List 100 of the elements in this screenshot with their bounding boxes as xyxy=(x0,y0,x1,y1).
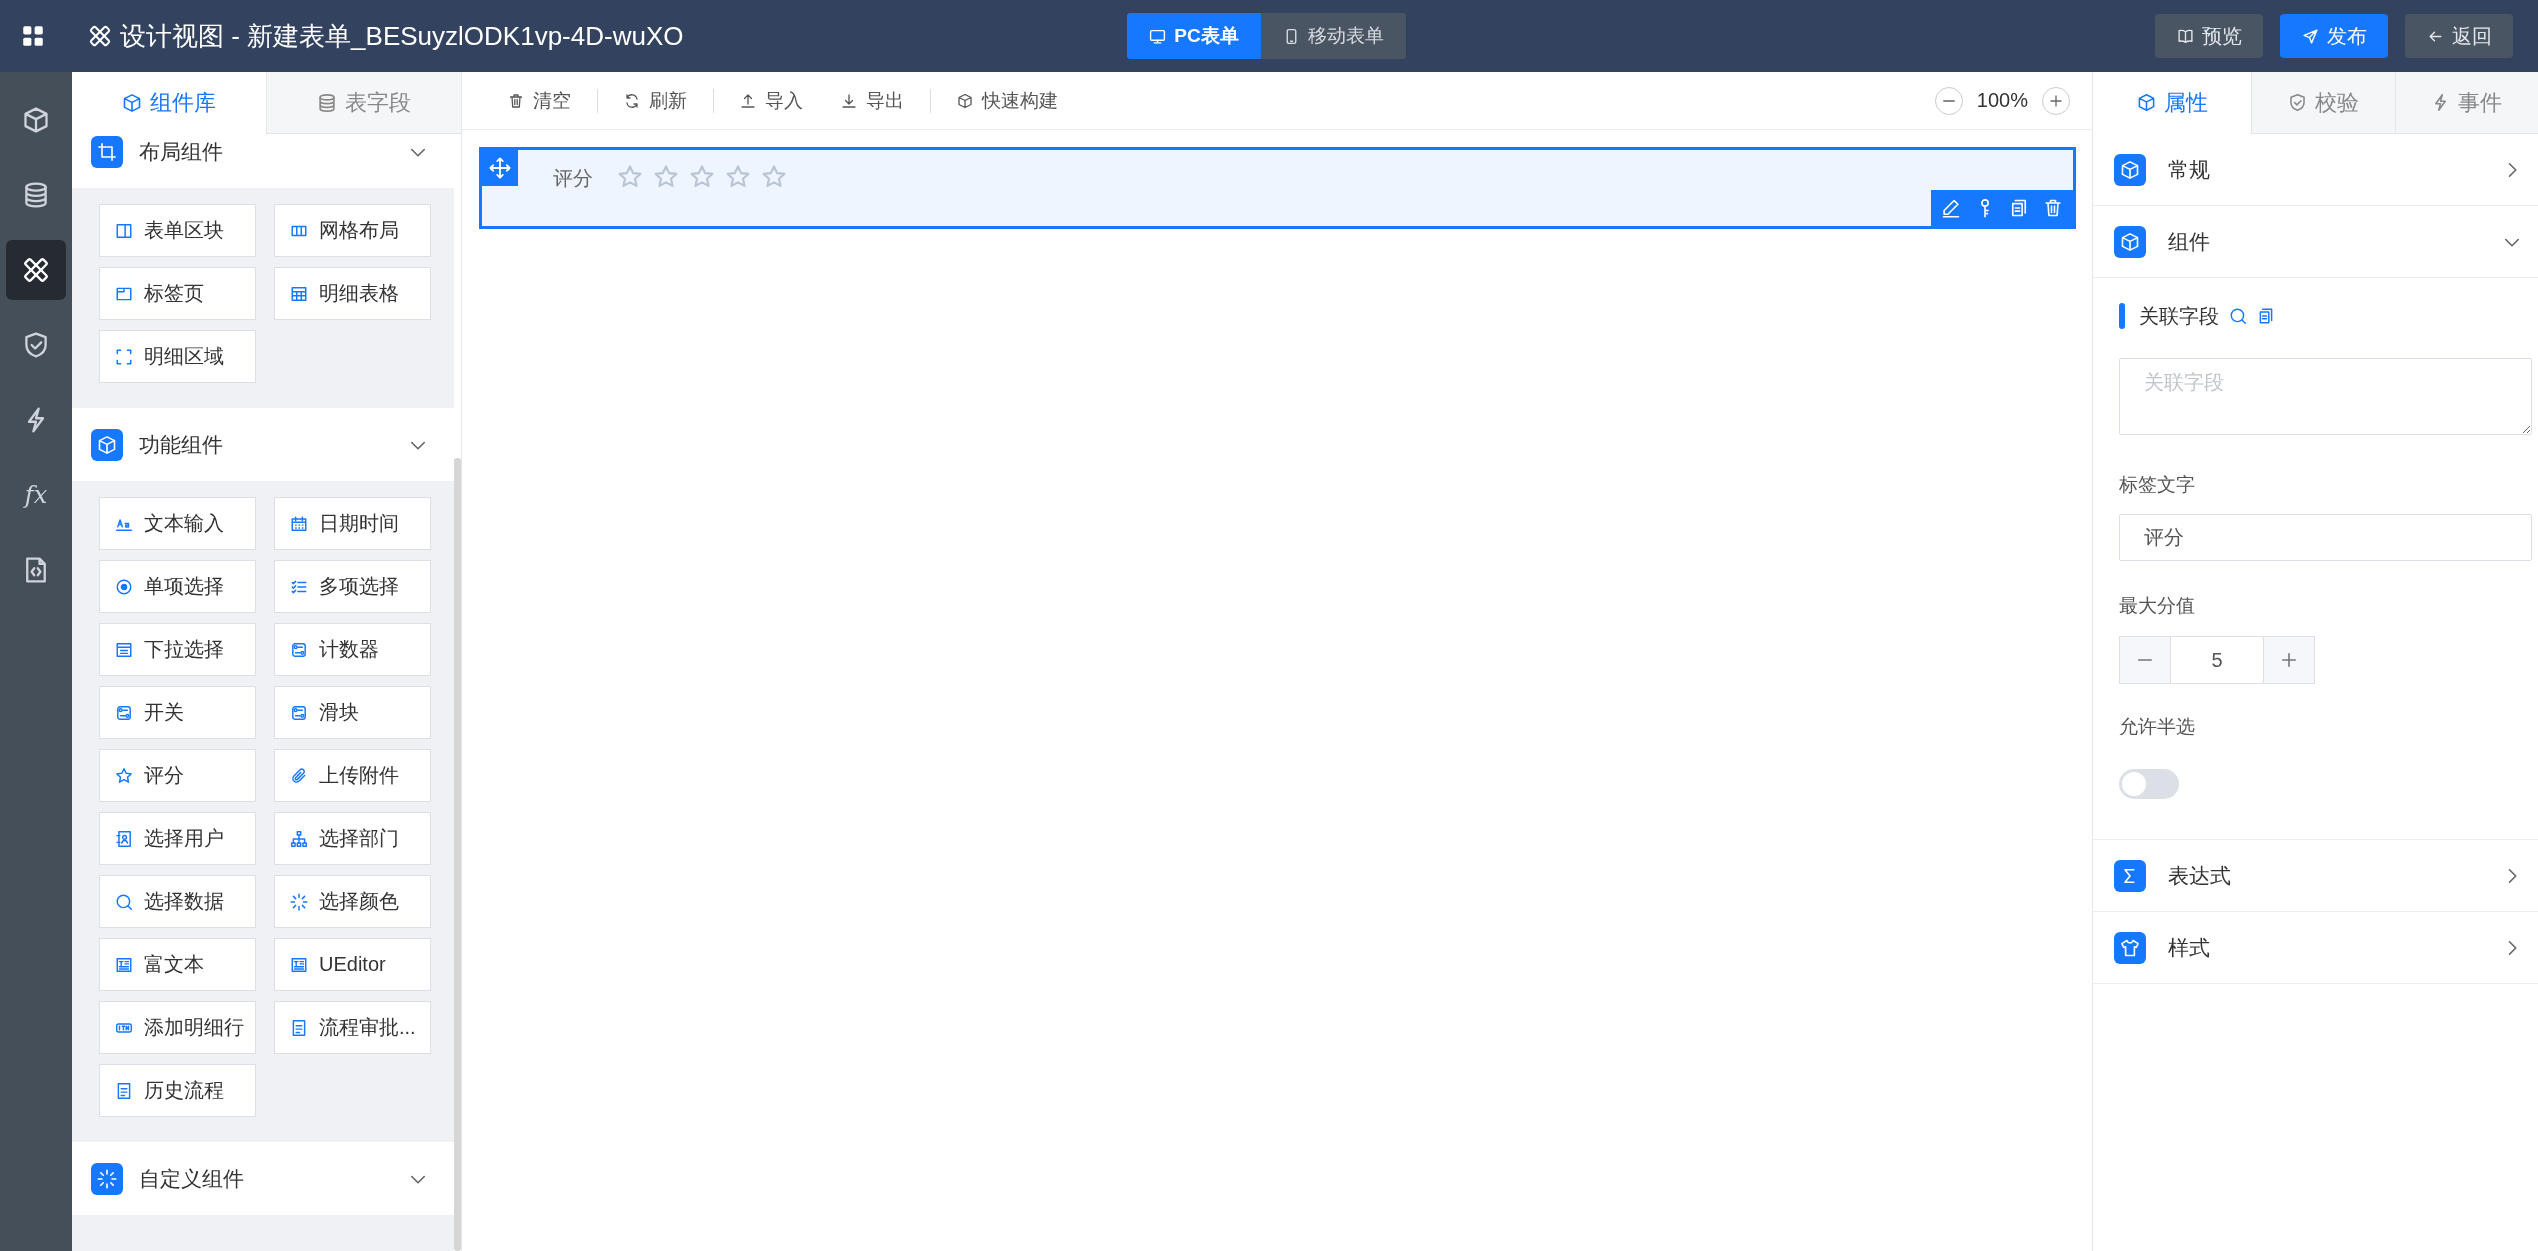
star-icon[interactable] xyxy=(725,164,751,190)
contact-card-icon xyxy=(115,829,133,848)
refresh-button[interactable]: 刷新 xyxy=(620,87,691,114)
component-card[interactable]: 网格布局 xyxy=(274,204,431,257)
component-card[interactable]: 上传附件 xyxy=(274,749,431,802)
quick-build-button[interactable]: 快速构建 xyxy=(953,87,1062,114)
minus-icon xyxy=(2137,659,2153,661)
frame-corners-icon xyxy=(115,347,133,366)
sigma-icon xyxy=(2114,859,2146,892)
cube-icon xyxy=(22,106,50,134)
radio-icon xyxy=(115,577,133,596)
trash-icon[interactable] xyxy=(2043,198,2063,218)
star-icon[interactable] xyxy=(689,164,715,190)
component-card[interactable]: 选择颜色 xyxy=(274,875,431,928)
desktop-icon xyxy=(1149,27,1167,45)
dropdown-icon xyxy=(115,640,133,659)
increment-button[interactable] xyxy=(2263,636,2315,684)
field-label: 评分 xyxy=(553,166,593,191)
clear-button[interactable]: 清空 xyxy=(504,87,575,114)
sparkle-icon xyxy=(290,892,308,911)
copy-icon[interactable] xyxy=(2009,198,2029,218)
calendar-icon xyxy=(290,514,308,533)
component-card[interactable]: 多项选择 xyxy=(274,560,431,613)
component-card[interactable]: 添加明细行 xyxy=(99,1001,256,1054)
copy-icon[interactable] xyxy=(2257,307,2275,325)
rich-text-icon xyxy=(290,955,308,974)
field-label: 标签文字 xyxy=(2119,473,2195,497)
preview-button[interactable]: 预览 xyxy=(2155,14,2263,58)
search-icon[interactable] xyxy=(2229,307,2247,325)
refresh-icon xyxy=(624,92,640,109)
back-button[interactable]: 返回 xyxy=(2405,14,2513,58)
zoom-level: 100% xyxy=(1976,89,2028,112)
component-card[interactable]: 计数器 xyxy=(274,623,431,676)
linked-field-input[interactable]: 关联字段 xyxy=(2119,358,2532,435)
component-card[interactable]: 日期时间 xyxy=(274,497,431,550)
design-tools-icon xyxy=(22,256,50,284)
field-label: 最大分值 xyxy=(2119,594,2195,618)
design-tools-icon xyxy=(88,24,112,48)
rich-text-icon xyxy=(115,955,133,974)
component-card[interactable]: 选择数据 xyxy=(99,875,256,928)
sliders-icon xyxy=(115,703,133,722)
export-button[interactable]: 导出 xyxy=(837,87,908,114)
component-card[interactable]: 流程审批... xyxy=(274,1001,431,1054)
shield-check-icon xyxy=(2287,93,2307,112)
cube-icon xyxy=(957,92,973,109)
rail-item[interactable]: fx xyxy=(6,465,66,525)
component-card[interactable]: 明细区域 xyxy=(99,330,256,383)
cube-icon xyxy=(91,428,123,461)
component-card[interactable]: 单项选择 xyxy=(99,560,256,613)
org-chart-icon xyxy=(290,829,308,848)
publish-button[interactable]: 发布 xyxy=(2280,14,2388,58)
shield-check-icon xyxy=(22,331,50,359)
component-card[interactable]: 明细表格 xyxy=(274,267,431,320)
zoom-out-button[interactable] xyxy=(1934,86,1963,115)
apps-menu-button[interactable] xyxy=(20,23,46,49)
download-icon xyxy=(841,92,857,109)
mode-tab[interactable]: 移动表单 xyxy=(1260,13,1406,59)
cube-icon xyxy=(2114,225,2146,258)
paperclip-icon xyxy=(290,766,308,785)
component-card[interactable]: 评分 xyxy=(99,749,256,802)
send-icon xyxy=(2301,27,2319,45)
component-card[interactable]: 下拉选择 xyxy=(99,623,256,676)
star-icon[interactable] xyxy=(761,164,787,190)
search-icon xyxy=(115,892,133,911)
rail-item[interactable] xyxy=(6,240,66,300)
component-card[interactable]: 选择部门 xyxy=(274,812,431,865)
cube-icon xyxy=(122,92,142,113)
crop-icon xyxy=(91,135,123,168)
component-card[interactable]: 历史流程 xyxy=(99,1064,256,1117)
component-card[interactable]: 选择用户 xyxy=(99,812,256,865)
component-card[interactable]: 表单区块 xyxy=(99,204,256,257)
page-title: 设计视图 - 新建表单_BESuyzlODK1vp-4D-wuXO xyxy=(120,19,684,53)
mode-tab[interactable]: PC表单 xyxy=(1127,13,1261,59)
import-button[interactable]: 导入 xyxy=(736,87,807,114)
sliders-icon xyxy=(290,703,308,722)
scrollbar-thumb[interactable] xyxy=(454,458,461,1251)
component-card[interactable]: 开关 xyxy=(99,686,256,739)
shirt-icon xyxy=(2114,931,2146,964)
component-card[interactable]: 富文本 xyxy=(99,938,256,991)
panel-icon xyxy=(115,221,133,240)
form-field[interactable]: 评分 xyxy=(479,147,2076,229)
sparkle-icon xyxy=(91,1162,123,1195)
star-icon[interactable] xyxy=(653,164,679,190)
plus-icon xyxy=(2279,650,2299,670)
component-card[interactable]: 滑块 xyxy=(274,686,431,739)
component-card[interactable]: 文本输入 xyxy=(99,497,256,550)
number-input[interactable]: 5 xyxy=(2171,636,2263,684)
cube-icon xyxy=(2136,93,2156,112)
zoom-in-button[interactable] xyxy=(2042,86,2070,115)
document-icon xyxy=(115,1081,133,1100)
table-icon xyxy=(290,284,308,303)
star-icon[interactable] xyxy=(617,164,643,190)
upload-icon xyxy=(740,92,756,109)
label-text-input[interactable]: 评分 xyxy=(2119,514,2532,561)
pencil-icon[interactable] xyxy=(1941,198,1961,218)
toggle-switch[interactable] xyxy=(2119,769,2179,799)
component-card[interactable]: UEditor xyxy=(274,938,431,991)
move-handle[interactable] xyxy=(482,150,518,186)
component-card[interactable]: 标签页 xyxy=(99,267,256,320)
trash-icon xyxy=(508,92,524,109)
